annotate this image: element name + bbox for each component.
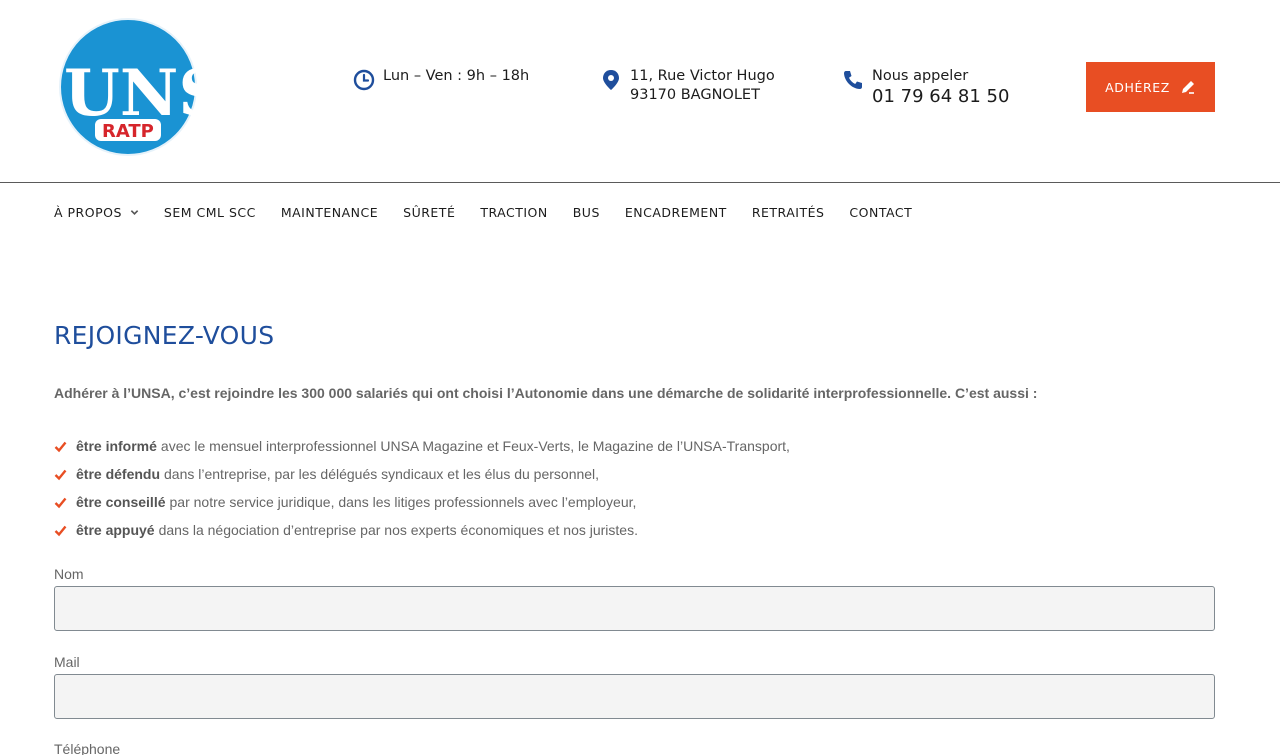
map-pin-icon <box>603 70 619 90</box>
benefit-text: avec le mensuel interprofessionnel UNSA … <box>160 438 790 454</box>
nav-item-a-propos[interactable]: À PROPOS <box>54 203 139 221</box>
nav-item-label: BUS <box>572 204 600 220</box>
mail-field[interactable] <box>54 674 1215 719</box>
chevron-down-icon <box>130 209 139 215</box>
name-label: Nom <box>54 566 84 582</box>
unsa-ratp-logo[interactable]: UNSa RATP <box>58 15 266 160</box>
phone-label-field: Téléphone <box>54 741 121 755</box>
checkmark-icon <box>54 441 67 452</box>
name-field[interactable] <box>54 586 1215 631</box>
phone-icon <box>844 71 862 89</box>
nav-item-label: SÛRETÉ <box>403 204 456 220</box>
nav-item-label: À PROPOS <box>54 204 122 220</box>
list-item: être informé avec le mensuel interprofes… <box>54 432 790 460</box>
checkmark-icon <box>54 525 67 536</box>
benefit-text: dans l’entreprise, par les délégués synd… <box>164 466 600 482</box>
nav-item-sem-cml-scc[interactable]: SEM CML SCC <box>164 203 256 221</box>
address-line-2: 93170 BAGNOLET <box>630 87 760 103</box>
list-item: être appuyé dans la négociation d’entrep… <box>54 516 790 544</box>
nav-item-retraites[interactable]: RETRAITÉS <box>752 203 825 221</box>
main-nav: À PROPOS SEM CML SCC MAINTENANCE SÛRETÉ … <box>54 203 937 221</box>
nav-item-label: RETRAITÉS <box>751 204 825 220</box>
benefits-list: être informé avec le mensuel interprofes… <box>54 432 790 544</box>
hours-text: Lun – Ven : 9h – 18h <box>383 68 530 84</box>
nav-item-label: ENCADREMENT <box>624 204 727 220</box>
pencil-icon <box>1181 81 1194 94</box>
list-item: être défendu dans l’entreprise, par les … <box>54 460 790 488</box>
benefit-bold: être appuyé <box>76 522 155 538</box>
opening-hours: Lun – Ven : 9h – 18h <box>353 67 529 91</box>
intro-text: Adhérer à l’UNSA, c’est rejoindre les 30… <box>54 385 1038 401</box>
nav-item-encadrement[interactable]: ENCADREMENT <box>625 203 727 221</box>
clock-icon <box>353 69 375 91</box>
nav-item-label: MAINTENANCE <box>280 204 379 220</box>
benefit-bold: être informé <box>76 438 157 454</box>
join-button-label: ADHÉREZ <box>1105 79 1170 95</box>
nav-item-surete[interactable]: SÛRETÉ <box>403 203 455 221</box>
logo-sub-text: RATP <box>102 121 154 142</box>
address-line-1: 11, Rue Victor Hugo <box>630 68 775 84</box>
nav-item-label: SEM CML SCC <box>163 204 256 220</box>
phone-number[interactable]: 01 79 64 81 50 <box>872 86 1009 108</box>
nav-item-maintenance[interactable]: MAINTENANCE <box>281 203 378 221</box>
list-item: être conseillé par notre service juridiq… <box>54 488 790 516</box>
benefit-text: par notre service juridique, dans les li… <box>169 494 637 510</box>
nav-item-contact[interactable]: CONTACT <box>849 203 912 221</box>
phone-contact[interactable]: Nous appeler 01 79 64 81 50 <box>842 67 1009 108</box>
page-title: REJOIGNEZ-VOUS <box>54 321 275 350</box>
join-button[interactable]: ADHÉREZ <box>1086 62 1215 112</box>
nav-item-label: CONTACT <box>849 204 913 220</box>
nav-item-label: TRACTION <box>480 204 548 220</box>
mail-label: Mail <box>54 654 80 670</box>
benefit-text: dans la négociation d’entreprise par nos… <box>158 522 638 538</box>
nav-item-bus[interactable]: BUS <box>573 203 600 221</box>
phone-label: Nous appeler <box>872 68 969 84</box>
checkmark-icon <box>54 497 67 508</box>
nav-item-traction[interactable]: TRACTION <box>480 203 547 221</box>
address: 11, Rue Victor Hugo 93170 BAGNOLET <box>600 67 775 105</box>
checkmark-icon <box>54 469 67 480</box>
benefit-bold: être conseillé <box>76 494 166 510</box>
benefit-bold: être défendu <box>76 466 161 482</box>
site-header: UNSa RATP Lun – Ven : 9h – 18h 11, Rue V… <box>0 0 1280 183</box>
